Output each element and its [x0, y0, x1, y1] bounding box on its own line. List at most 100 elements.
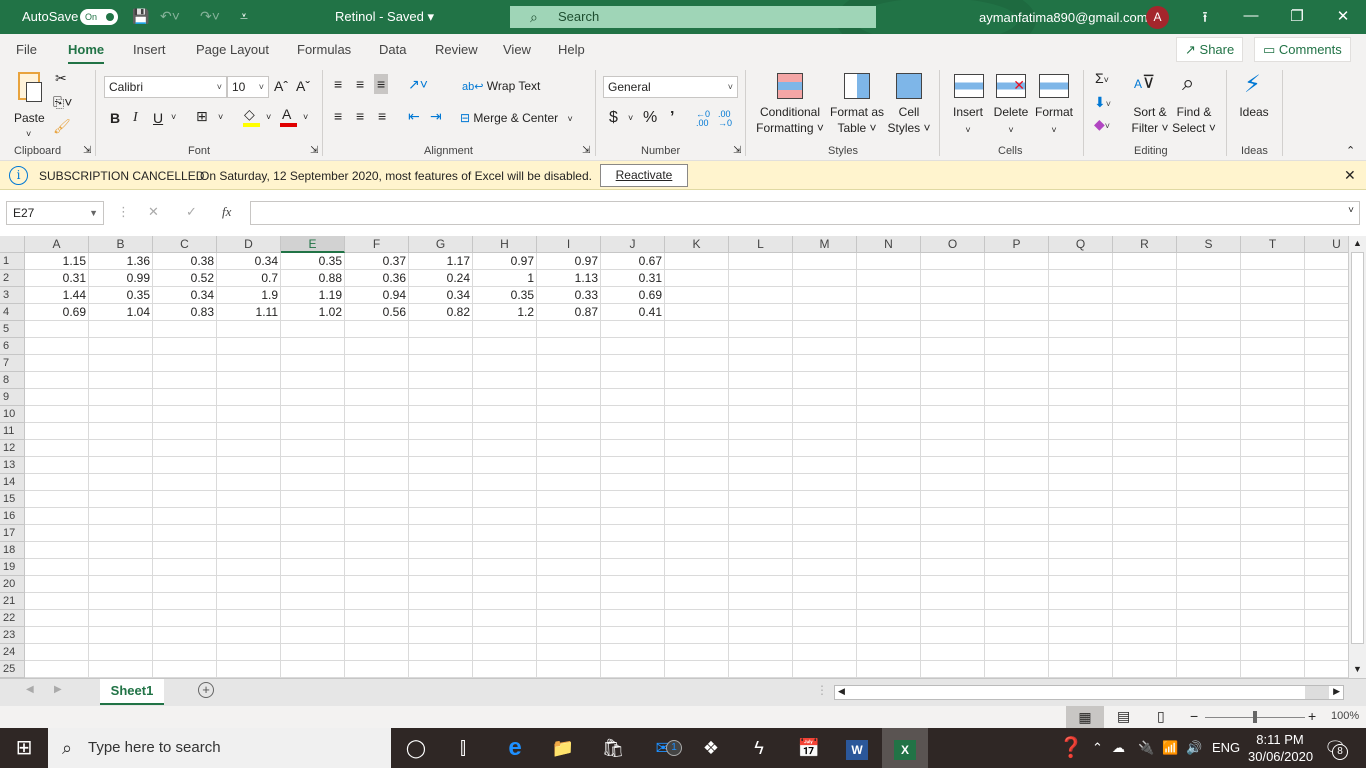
row-header[interactable]: 21 [0, 593, 25, 610]
tab-formulas[interactable]: Formulas [297, 42, 351, 57]
cell-O6[interactable] [921, 338, 985, 355]
cell-G20[interactable] [409, 576, 473, 593]
cell-I2[interactable]: 1.13 [537, 270, 601, 287]
cell-P12[interactable] [985, 440, 1049, 457]
cell-O25[interactable] [921, 661, 985, 678]
cell-F25[interactable] [345, 661, 409, 678]
cell-U1[interactable] [1305, 253, 1348, 270]
cell-B2[interactable]: 0.99 [89, 270, 153, 287]
cell-L7[interactable] [729, 355, 793, 372]
cell-U18[interactable] [1305, 542, 1348, 559]
task-view-icon[interactable]: ⫿ [440, 728, 486, 768]
cell-J21[interactable] [601, 593, 665, 610]
cell-L8[interactable] [729, 372, 793, 389]
cell-S24[interactable] [1177, 644, 1241, 661]
cell-R15[interactable] [1113, 491, 1177, 508]
cell-M22[interactable] [793, 610, 857, 627]
cell-Q6[interactable] [1049, 338, 1113, 355]
insert-function-icon[interactable]: fx [222, 204, 231, 220]
fill-color-icon[interactable]: ◇ [244, 106, 255, 123]
cell-O16[interactable] [921, 508, 985, 525]
cell-M23[interactable] [793, 627, 857, 644]
row-header[interactable]: 20 [0, 576, 25, 593]
edge-icon[interactable]: e [492, 728, 538, 768]
cell-T13[interactable] [1241, 457, 1305, 474]
row-header[interactable]: 14 [0, 474, 25, 491]
cell-F24[interactable] [345, 644, 409, 661]
cell-J5[interactable] [601, 321, 665, 338]
cell-D15[interactable] [217, 491, 281, 508]
cell-A18[interactable] [25, 542, 89, 559]
cell-Q18[interactable] [1049, 542, 1113, 559]
cut-icon[interactable]: ✂ [55, 70, 67, 87]
cell-H12[interactable] [473, 440, 537, 457]
cell-A17[interactable] [25, 525, 89, 542]
language-indicator[interactable]: ENG [1212, 728, 1240, 768]
cell-D1[interactable]: 0.34 [217, 253, 281, 270]
cell-B23[interactable] [89, 627, 153, 644]
cell-N20[interactable] [857, 576, 921, 593]
cell-E24[interactable] [281, 644, 345, 661]
cell-M16[interactable] [793, 508, 857, 525]
cell-P13[interactable] [985, 457, 1049, 474]
cell-C18[interactable] [153, 542, 217, 559]
cell-U11[interactable] [1305, 423, 1348, 440]
cell-G3[interactable]: 0.34 [409, 287, 473, 304]
cortana-icon[interactable]: ◯ [393, 728, 439, 768]
cell-N11[interactable] [857, 423, 921, 440]
row-header[interactable]: 22 [0, 610, 25, 627]
sort-filter-button[interactable]: A⊽ Sort & Filter ˅ [1128, 70, 1172, 140]
cell-H9[interactable] [473, 389, 537, 406]
cell-L14[interactable] [729, 474, 793, 491]
cell-Q23[interactable] [1049, 627, 1113, 644]
cell-R1[interactable] [1113, 253, 1177, 270]
cell-H2[interactable]: 1 [473, 270, 537, 287]
cell-A2[interactable]: 0.31 [25, 270, 89, 287]
decrease-indent-icon[interactable]: ⇤ [408, 108, 420, 125]
cell-L10[interactable] [729, 406, 793, 423]
cell-R7[interactable] [1113, 355, 1177, 372]
cell-I9[interactable] [537, 389, 601, 406]
merge-center-button[interactable]: ⊟ Merge & Center ˅ [460, 111, 573, 125]
show-hidden-icons[interactable]: ⌃ [1092, 728, 1103, 768]
cell-Q24[interactable] [1049, 644, 1113, 661]
cell-D2[interactable]: 0.7 [217, 270, 281, 287]
cell-Q13[interactable] [1049, 457, 1113, 474]
cell-U21[interactable] [1305, 593, 1348, 610]
cell-H15[interactable] [473, 491, 537, 508]
undo-icon[interactable]: ↶˅ [160, 8, 180, 25]
cell-O12[interactable] [921, 440, 985, 457]
cell-P5[interactable] [985, 321, 1049, 338]
cell-T2[interactable] [1241, 270, 1305, 287]
cell-T22[interactable] [1241, 610, 1305, 627]
clear-icon[interactable]: ◆˅ [1094, 116, 1110, 133]
cell-Q1[interactable] [1049, 253, 1113, 270]
account-email[interactable]: aymanfatima890@gmail.com [979, 10, 1148, 25]
cell-L18[interactable] [729, 542, 793, 559]
cell-B4[interactable]: 1.04 [89, 304, 153, 321]
cell-Q8[interactable] [1049, 372, 1113, 389]
cell-S11[interactable] [1177, 423, 1241, 440]
cell-C4[interactable]: 0.83 [153, 304, 217, 321]
cell-E2[interactable]: 0.88 [281, 270, 345, 287]
cell-U3[interactable] [1305, 287, 1348, 304]
column-header[interactable]: P [985, 236, 1049, 253]
cell-L16[interactable] [729, 508, 793, 525]
cell-L3[interactable] [729, 287, 793, 304]
cell-Q17[interactable] [1049, 525, 1113, 542]
cell-O18[interactable] [921, 542, 985, 559]
cell-M21[interactable] [793, 593, 857, 610]
row-header[interactable]: 15 [0, 491, 25, 508]
avatar[interactable]: A [1146, 6, 1169, 29]
cell-T18[interactable] [1241, 542, 1305, 559]
cell-I18[interactable] [537, 542, 601, 559]
cell-A1[interactable]: 1.15 [25, 253, 89, 270]
cell-K5[interactable] [665, 321, 729, 338]
orientation-icon[interactable]: ↗˅ [408, 76, 428, 93]
cell-I8[interactable] [537, 372, 601, 389]
cell-K11[interactable] [665, 423, 729, 440]
cell-F5[interactable] [345, 321, 409, 338]
tab-file[interactable]: File [16, 42, 37, 57]
bold-button[interactable]: B [110, 110, 120, 126]
cell-P6[interactable] [985, 338, 1049, 355]
